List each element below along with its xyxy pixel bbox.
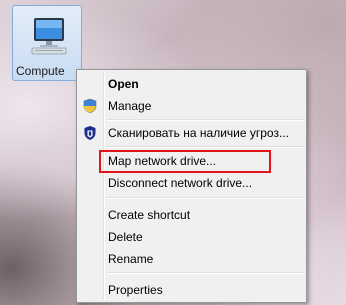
uac-shield-icon <box>82 98 98 114</box>
menu-separator <box>107 119 304 121</box>
menu-item-label: Manage <box>108 99 152 113</box>
computer-icon <box>29 16 69 56</box>
menu-separator <box>107 197 304 199</box>
menu-item-label: Delete <box>108 230 143 244</box>
menu-separator <box>107 272 304 274</box>
menu-item-label: Create shortcut <box>108 208 191 222</box>
menu-item-manage[interactable]: Manage <box>79 96 304 116</box>
menu-item-label: Disconnect network drive... <box>108 176 253 190</box>
menu-separator <box>107 146 304 148</box>
menu-item-label: Сканировать на наличие угроз... <box>108 126 289 140</box>
menu-item-disconnect-network-drive[interactable]: Disconnect network drive... <box>79 173 304 193</box>
menu-item-label: Open <box>108 77 139 91</box>
menu-item-open[interactable]: Open <box>79 74 304 94</box>
menu-item-properties[interactable]: Properties <box>79 280 304 300</box>
computer-icon-label: Compute <box>16 64 65 78</box>
context-menu: Open Manage Сканировать на наличие угроз… <box>76 69 307 303</box>
menu-item-label: Rename <box>108 252 154 266</box>
menu-item-create-shortcut[interactable]: Create shortcut <box>79 205 304 225</box>
menu-item-delete[interactable]: Delete <box>79 227 304 247</box>
antivirus-shield-icon <box>82 125 98 141</box>
annotation-highlight-box <box>99 150 271 173</box>
menu-item-rename[interactable]: Rename <box>79 249 304 269</box>
computer-desktop-icon[interactable]: Compute <box>12 5 82 81</box>
menu-item-label: Properties <box>108 283 163 297</box>
menu-item-scan-threats[interactable]: Сканировать на наличие угроз... <box>79 123 304 143</box>
